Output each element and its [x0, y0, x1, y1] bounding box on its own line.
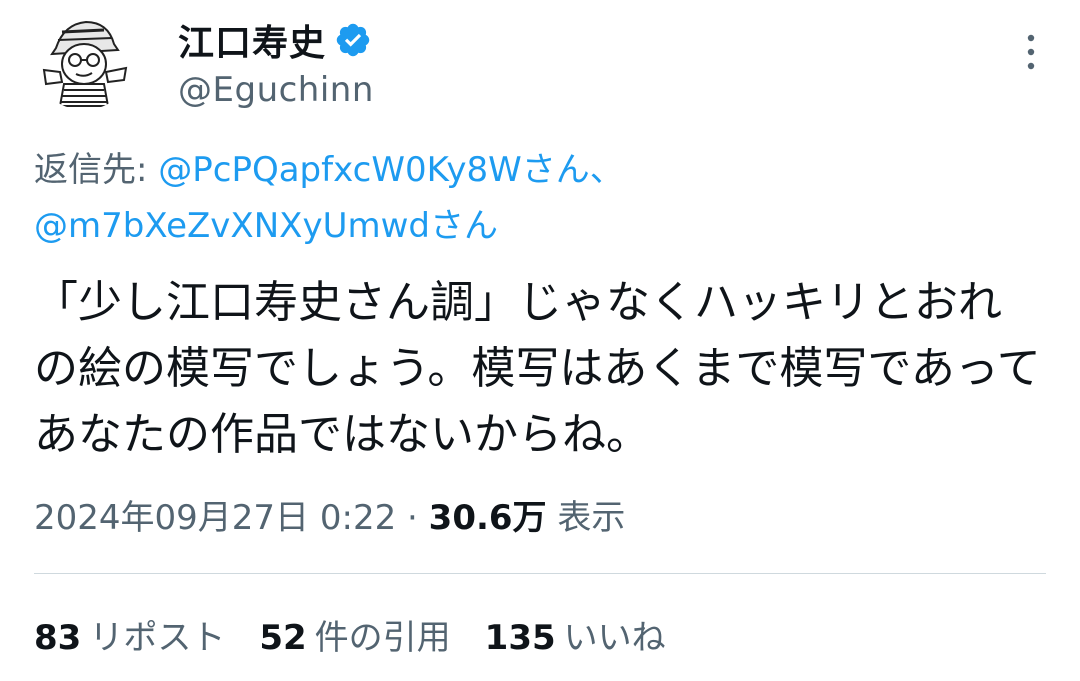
like-stat[interactable]: 135 いいね [485, 610, 666, 659]
display-name[interactable]: 江口寿史 [178, 14, 326, 66]
tweet-meta: 2024年09月27日 0:22 · 30.6万 表示 [34, 490, 625, 539]
divider [34, 573, 1046, 574]
like-label: いいね [563, 618, 666, 658]
reply-to-prefix: 返信先: [34, 150, 159, 190]
views-label: 表示 [557, 498, 626, 538]
reply-mention-1[interactable]: @PcPQapfxcW0Ky8Wさん、 [158, 150, 624, 190]
quote-label: 件の引用 [314, 618, 451, 658]
repost-stat[interactable]: 83 リポスト [34, 610, 225, 659]
tweet-text: 「少し江口寿史さん調」じゃなくハッキリとおれの絵の模写でしょう。模写はあくまで模… [34, 277, 1041, 460]
engagement-stats: 83 リポスト 52 件の引用 135 いいね [34, 610, 666, 659]
meta-separator: · [396, 498, 429, 538]
author-info: 江口寿史 @Eguchinn [178, 16, 374, 110]
quote-stat[interactable]: 52 件の引用 [259, 610, 450, 659]
timestamp[interactable]: 2024年09月27日 0:22 [34, 498, 396, 538]
author-handle[interactable]: @Eguchinn [178, 70, 374, 110]
quote-count: 52 [259, 618, 307, 658]
tweet-header: 江口寿史 @Eguchinn [34, 10, 1054, 110]
avatar[interactable] [34, 10, 134, 110]
manga-portrait-avatar-icon [34, 10, 134, 110]
verified-badge-icon[interactable] [334, 21, 372, 59]
repost-label: リポスト [89, 618, 226, 658]
like-count: 135 [484, 618, 556, 658]
display-name-row: 江口寿史 [178, 16, 374, 64]
reply-mention-2[interactable]: @m7bXeZvXNXyUmwdさん [34, 206, 498, 246]
more-options-icon[interactable] [1016, 30, 1046, 74]
repost-count: 83 [34, 618, 82, 658]
views-count: 30.6万 [428, 498, 547, 538]
reply-to-line: 返信先: @PcPQapfxcW0Ky8Wさん、 @m7bXeZvXNXyUmw… [34, 142, 1044, 254]
